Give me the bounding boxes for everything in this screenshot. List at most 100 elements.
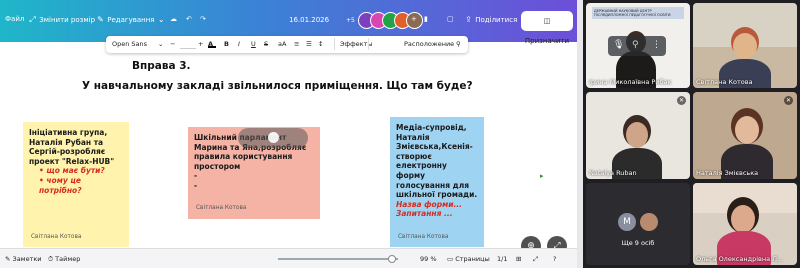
position-button[interactable]: Расположение bbox=[404, 40, 454, 48]
note-red-line: Запитання ... bbox=[396, 209, 453, 219]
note-bullet: що має бути? bbox=[39, 166, 123, 176]
participant-tile[interactable]: ДЕРЖАВНИЙ НАУКОВИЙ ЦЕНТР ПІСЛЯДИПЛОМНОЇ … bbox=[586, 3, 690, 88]
zoom-level[interactable]: 99 % bbox=[420, 255, 437, 263]
case-button[interactable]: aA bbox=[278, 40, 286, 48]
strikethrough-button[interactable]: S bbox=[264, 40, 268, 48]
font-size-increase[interactable]: + bbox=[198, 40, 203, 48]
assign-icon: ◫ bbox=[543, 17, 551, 25]
note-text: Ініціативна група, Наталія Рубан та Серг… bbox=[29, 128, 115, 166]
cloud-icon[interactable]: ☁ bbox=[170, 15, 177, 23]
participant-controls[interactable]: 🎙 ⚲ ⋮ bbox=[608, 36, 666, 56]
participant-name: Ольга Олександрівна Л... bbox=[696, 255, 784, 263]
share-button[interactable]: ⇪ Поділитися bbox=[464, 15, 517, 24]
edit-mode-label: Редагування bbox=[107, 16, 155, 24]
exercise-question[interactable]: У навчальному закладі звільнилося приміщ… bbox=[82, 80, 473, 92]
zoom-slider-handle[interactable] bbox=[388, 255, 396, 263]
font-size-field[interactable] bbox=[180, 40, 196, 49]
more-options-icon[interactable]: ⋮ bbox=[652, 40, 661, 50]
pages-icon: ▭ bbox=[447, 255, 454, 263]
participant-tile[interactable]: ✕ Наталія Змієвська bbox=[693, 92, 797, 179]
pages-label: Страницы bbox=[455, 255, 490, 263]
note-author: Світлана Котова bbox=[196, 205, 247, 211]
underline-button[interactable]: U bbox=[251, 40, 256, 48]
redo-icon[interactable]: ↷ bbox=[200, 15, 206, 23]
align-icon[interactable]: ≡ bbox=[294, 40, 299, 48]
italic-button[interactable]: I bbox=[238, 40, 240, 48]
note-dash: - bbox=[194, 180, 198, 190]
timer-button[interactable]: ⏱ Таймер bbox=[48, 255, 80, 264]
participant-name: Ірина Миколаївна Рибак bbox=[589, 78, 672, 86]
note-bullets: що має бути? чому це потрібно? bbox=[39, 166, 123, 195]
sticky-note-yellow[interactable]: Ініціативна група, Наталія Рубан та Серг… bbox=[23, 122, 129, 247]
participant-name: Світлана Котова bbox=[696, 78, 753, 86]
bold-button[interactable]: B bbox=[224, 40, 229, 48]
assign-button[interactable]: ◫ Призначити bbox=[521, 11, 573, 45]
sticky-note-blue[interactable]: Медіа-супровід, Наталія Змієвська,Ксенія… bbox=[390, 117, 484, 247]
video-call-panel: ДЕРЖАВНИЙ НАУКОВИЙ ЦЕНТР ПІСЛЯДИПЛОМНОЇ … bbox=[583, 0, 800, 268]
note-author: Світлана Котова bbox=[398, 234, 449, 240]
help-icon[interactable]: ? bbox=[553, 255, 556, 263]
participant-head bbox=[735, 116, 759, 144]
undo-icon[interactable]: ↶ bbox=[186, 15, 192, 23]
edit-mode-dropdown[interactable]: ✎ Редагування ⌄ bbox=[96, 15, 166, 24]
zoom-slider[interactable] bbox=[278, 258, 398, 260]
file-menu[interactable]: Файл bbox=[5, 15, 24, 23]
timer-label: Таймер bbox=[55, 255, 81, 263]
notes-button[interactable]: ✎ Заметки bbox=[5, 255, 42, 263]
assign-label: Призначити bbox=[524, 37, 570, 45]
participant-name: Natalya Ruban bbox=[589, 169, 637, 177]
exercise-title[interactable]: Вправа 3. bbox=[132, 60, 191, 72]
note-author: Світлана Котова bbox=[31, 234, 82, 240]
collaborators-count[interactable]: +5 bbox=[346, 17, 355, 24]
fullscreen-mode-icon[interactable]: ⤢ bbox=[533, 255, 538, 264]
participant-head bbox=[626, 122, 648, 148]
participant-name: Наталія Змієвська bbox=[696, 169, 759, 177]
font-select[interactable]: Open Sans bbox=[112, 40, 147, 48]
paint-format-icon[interactable]: ⚲ bbox=[456, 40, 461, 48]
participant-tile[interactable]: ✕ Ольга Олександрівна Л... bbox=[693, 183, 797, 265]
mic-off-icon[interactable]: 🎙 bbox=[613, 40, 624, 50]
more-participants-label: Ще 9 осіб bbox=[621, 239, 655, 247]
participant-head bbox=[733, 33, 757, 59]
font-chevron-icon[interactable]: ⌄ bbox=[158, 40, 163, 48]
font-size-decrease[interactable]: − bbox=[170, 40, 175, 48]
record-icon bbox=[268, 132, 279, 143]
resize-label: Змінити розмір bbox=[39, 16, 96, 24]
resize-button[interactable]: ⤢ Змінити розмір bbox=[28, 15, 95, 25]
chart-icon[interactable]: ▮ bbox=[424, 15, 428, 23]
text-color-icon[interactable]: A bbox=[208, 40, 216, 48]
pin-icon[interactable]: ⚲ bbox=[632, 40, 639, 50]
participant-tile[interactable]: ✕ Natalya Ruban bbox=[586, 92, 690, 179]
video-overlay-pill bbox=[238, 128, 308, 148]
note-bullet: чому це потрібно? bbox=[39, 176, 123, 195]
upload-icon: ⇪ bbox=[465, 15, 472, 24]
pencil-icon: ✎ bbox=[97, 15, 104, 24]
comment-icon[interactable]: ▢ bbox=[447, 15, 454, 23]
note-text: Медіа-супровід, Наталія Змієвська,Ксенія… bbox=[396, 123, 478, 200]
resize-icon: ⤢ bbox=[29, 15, 36, 24]
notes-icon: ✎ bbox=[5, 255, 11, 263]
notes-label: Заметки bbox=[12, 255, 42, 263]
bottom-bar: ✎ Заметки ⏱ Таймер 99 % ▭ Страницы 1/1 ⊞… bbox=[0, 248, 577, 268]
grid-view-icon[interactable]: ⊞ bbox=[516, 255, 521, 263]
avatar-initial: M bbox=[618, 213, 636, 231]
divider bbox=[368, 38, 369, 50]
mic-off-icon: ✕ bbox=[784, 96, 793, 105]
list-icon[interactable]: ☰ bbox=[306, 40, 312, 48]
avatar bbox=[640, 213, 658, 231]
timer-icon: ⏱ bbox=[48, 255, 54, 263]
note-dash: - bbox=[194, 171, 198, 181]
note-red-line: Назва форми... bbox=[396, 199, 463, 209]
participant-tile[interactable]: ✕ Світлана Котова bbox=[693, 3, 797, 88]
text-format-bar: Open Sans ⌄ − + A B I U S aA ≡ ☰ ↕ Эффек… bbox=[106, 36, 468, 53]
cursor-icon: ▸ bbox=[540, 172, 544, 180]
banner-text: ДЕРЖАВНИЙ НАУКОВИЙ ЦЕНТР ПІСЛЯДИПЛОМНОЇ … bbox=[592, 7, 684, 19]
participant-head bbox=[731, 205, 755, 233]
spacing-icon[interactable]: ↕ bbox=[318, 40, 323, 48]
chevron-down-icon: ⌄ bbox=[157, 15, 165, 24]
share-label: Поділитися bbox=[475, 16, 518, 24]
pages-button[interactable]: ▭ Страницы bbox=[447, 255, 490, 263]
add-collaborator-icon[interactable]: + bbox=[411, 15, 417, 23]
more-participants-tile[interactable]: M Ще 9 осіб bbox=[586, 183, 690, 265]
date-label: 16.01.2026 bbox=[289, 16, 330, 24]
